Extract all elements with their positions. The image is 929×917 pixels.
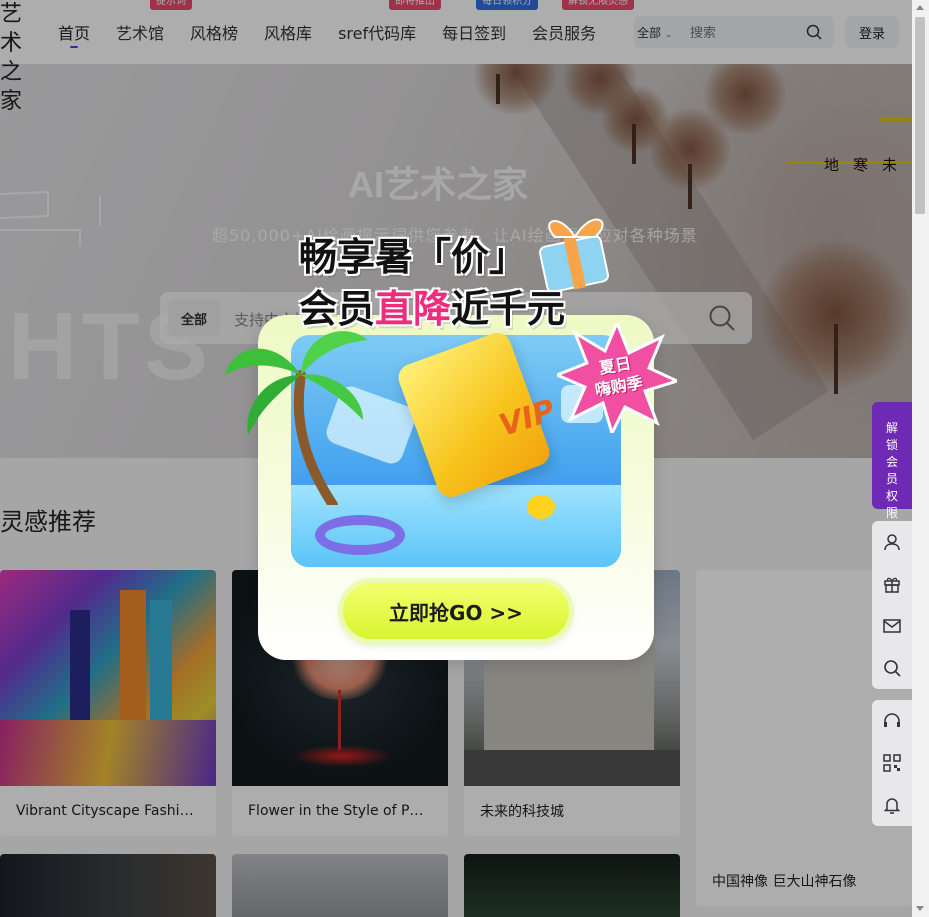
- rail-tools-top: [872, 521, 912, 689]
- headset-icon[interactable]: [872, 700, 912, 742]
- gift-icon[interactable]: [872, 563, 912, 605]
- summer-promo-popup[interactable]: VIP 夏日 嗨购季 畅享暑「价」 会员直降近千元 立即抢GO >>: [223, 205, 693, 660]
- scroll-thumb[interactable]: [915, 17, 925, 214]
- scroll-down-arrow[interactable]: [916, 906, 924, 911]
- mail-icon[interactable]: [872, 605, 912, 647]
- float-ring-decoration: [315, 515, 405, 555]
- qrcode-icon[interactable]: [872, 742, 912, 784]
- unlock-vip-button[interactable]: 解锁会员权限: [872, 402, 912, 520]
- user-icon[interactable]: [872, 521, 912, 563]
- search-icon[interactable]: [872, 647, 912, 689]
- promo-line-2: 会员直降近千元: [299, 285, 565, 333]
- bell-icon[interactable]: [872, 784, 912, 826]
- promo-line-2-post: 近千元: [451, 287, 566, 331]
- grab-now-button[interactable]: 立即抢GO >>: [343, 583, 569, 639]
- promo-line-2-highlight: 直降: [375, 287, 452, 331]
- page-scrollbar[interactable]: [912, 0, 929, 917]
- unlock-vip-label: 解锁会员权限: [885, 421, 898, 520]
- rail-tools-bottom: [872, 700, 912, 826]
- promo-headline: 畅享暑「价」 会员直降近千元: [299, 233, 565, 333]
- scroll-up-arrow[interactable]: [916, 5, 924, 10]
- palm-tree-illustration: [225, 331, 368, 505]
- duck-decoration: [527, 495, 555, 519]
- promo-line-2-pre: 会员: [299, 287, 376, 331]
- promo-line-1: 畅享暑「价」: [299, 235, 528, 279]
